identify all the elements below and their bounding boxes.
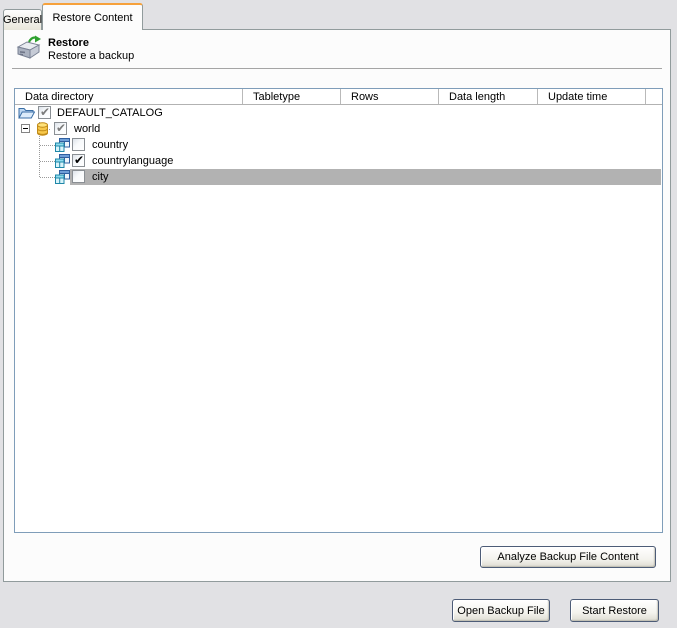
checkbox-world[interactable]: ✔ <box>54 122 67 135</box>
tree-label[interactable]: world <box>74 123 100 135</box>
column-header-update-time[interactable]: Update time <box>538 89 646 104</box>
check-mark-icon: ✔ <box>74 153 84 167</box>
table-row-country[interactable]: country <box>15 137 662 153</box>
column-header-data-length[interactable]: Data length <box>439 89 538 104</box>
column-header-tabletype[interactable]: Tabletype <box>243 89 341 104</box>
header-separator <box>12 68 662 69</box>
table-row-countrylanguage[interactable]: ✔ countrylanguage <box>15 153 662 169</box>
page-title: Restore <box>48 37 89 49</box>
column-header-rows[interactable]: Rows <box>341 89 439 104</box>
table-row-default-catalog[interactable]: ✔ DEFAULT_CATALOG <box>15 105 662 121</box>
checkbox-city[interactable] <box>72 170 85 183</box>
check-mark-icon: ✔ <box>56 121 66 135</box>
start-restore-button[interactable]: Start Restore <box>570 599 659 622</box>
checkbox-countrylanguage[interactable]: ✔ <box>72 154 85 167</box>
tab-restore-content[interactable]: Restore Content <box>42 3 143 30</box>
tab-general-label: General <box>3 14 42 26</box>
checkbox-country[interactable] <box>72 138 85 151</box>
tree-label[interactable]: DEFAULT_CATALOG <box>57 107 163 119</box>
column-header-spacer <box>646 89 662 104</box>
table-icon <box>55 170 70 187</box>
table-header-row: Data directory Tabletype Rows Data lengt… <box>15 89 662 105</box>
restore-dialog: General Restore Content Restore Restore … <box>0 0 677 628</box>
table-row-world[interactable]: ✔ world <box>15 121 662 137</box>
check-mark-icon: ✔ <box>40 105 50 119</box>
column-header-data-directory[interactable]: Data directory <box>15 89 243 104</box>
tab-general[interactable]: General <box>3 9 42 30</box>
tree-label[interactable]: city <box>92 171 109 183</box>
selection-highlight <box>70 169 661 185</box>
analyze-backup-file-content-button[interactable]: Analyze Backup File Content <box>480 546 656 568</box>
page-subtitle: Restore a backup <box>48 50 134 62</box>
collapse-minus-icon[interactable] <box>21 124 30 133</box>
table-row-city[interactable]: city <box>15 169 662 185</box>
backup-content-table[interactable]: Data directory Tabletype Rows Data lengt… <box>14 88 663 533</box>
checkbox-default-catalog[interactable]: ✔ <box>38 106 51 119</box>
tree-label[interactable]: country <box>92 139 128 151</box>
open-backup-file-button[interactable]: Open Backup File <box>452 599 550 622</box>
tree-label[interactable]: countrylanguage <box>92 155 173 167</box>
restore-backup-drive-icon <box>14 35 42 61</box>
tab-restore-content-label: Restore Content <box>52 12 132 24</box>
